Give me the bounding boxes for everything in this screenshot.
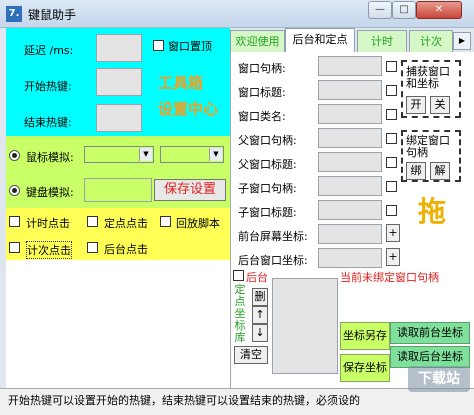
field-label-window-title: 窗口标题: <box>238 86 286 99</box>
coord-save-as-button[interactable]: 坐标另存 <box>340 322 390 350</box>
settings-center-title: 设置中心 <box>158 100 219 118</box>
tab-backend-fixed[interactable]: 后台和定点 <box>285 28 355 53</box>
watermark-logo: 下载站 <box>408 366 470 392</box>
tab-welcome[interactable]: 欢迎使用 <box>230 30 285 52</box>
left-empty-area <box>6 260 230 388</box>
bind-status-text: 当前未绑定窗口句柄 <box>340 271 439 284</box>
child-handle-field[interactable] <box>318 176 382 196</box>
replay-script-checkbox[interactable] <box>160 216 171 227</box>
parent-title-checkbox[interactable] <box>386 157 397 168</box>
mouse-sim-radio[interactable] <box>9 150 20 161</box>
unbind-button[interactable]: 解 <box>430 162 450 180</box>
clear-button[interactable]: 清空 <box>234 346 268 364</box>
chevron-down-icon: ▼ <box>139 148 152 161</box>
fixed-coord-lib-label: 定点坐标库 <box>234 283 246 344</box>
end-hotkey-label: 结束热键: <box>24 116 72 129</box>
back-coord-plus-button[interactable]: + <box>386 248 400 266</box>
background-click-label: 后台点击 <box>104 243 148 256</box>
topmost-label: 窗口置顶 <box>168 40 212 53</box>
move-up-button[interactable]: ↑ <box>252 306 268 324</box>
count-click-label: 计次点击 <box>26 241 72 259</box>
background-click-checkbox[interactable] <box>87 242 98 253</box>
front-coord-plus-button[interactable]: + <box>386 224 400 242</box>
mouse-sim-select-2[interactable]: ▼ <box>160 146 224 163</box>
back-window-coord-field[interactable] <box>318 248 382 268</box>
child-handle-checkbox[interactable] <box>386 181 397 192</box>
delete-coord-button[interactable]: 删 <box>252 288 268 306</box>
window-handle-checkbox[interactable] <box>386 61 397 72</box>
count-click-checkbox[interactable] <box>9 242 20 253</box>
field-label-parent-title: 父窗口标题: <box>238 158 297 171</box>
window-class-field[interactable] <box>318 104 382 124</box>
drag-target-icon[interactable]: 拖 <box>418 190 446 230</box>
minimize-button[interactable]: — <box>368 1 392 19</box>
capture-open-button[interactable]: 开 <box>406 96 426 114</box>
parent-title-field[interactable] <box>318 152 382 172</box>
app-icon: 7. <box>6 6 22 22</box>
window-title-checkbox[interactable] <box>386 85 397 96</box>
status-text: 开始热键可以设置开始的热键，结束热键可以设置结束的热键，必须设的 <box>8 394 360 407</box>
parent-handle-checkbox[interactable] <box>386 133 397 144</box>
mouse-sim-select[interactable]: ▼ <box>84 146 154 163</box>
bind-button[interactable]: 绑 <box>406 162 426 180</box>
tab-count[interactable]: 计次 <box>409 30 453 52</box>
save-coord-button[interactable]: 保存坐标 <box>340 354 390 382</box>
window-class-checkbox[interactable] <box>386 109 397 120</box>
child-title-field[interactable] <box>318 200 382 220</box>
child-title-checkbox[interactable] <box>386 205 397 216</box>
backend-label: 后台 <box>246 271 268 284</box>
close-button[interactable]: ✕ <box>416 1 462 19</box>
field-label-back-window-coord: 后台窗口坐标: <box>238 254 308 267</box>
read-front-coord-button[interactable]: 读取前台坐标 <box>390 322 470 344</box>
chevron-down-icon: ▼ <box>209 148 222 161</box>
window-handle-field[interactable] <box>318 56 382 76</box>
keyboard-sim-label: 键盘模拟: <box>26 186 74 199</box>
chevron-right-icon[interactable]: ▶ <box>453 32 471 50</box>
toolbox-title: 工具箱 <box>158 74 204 92</box>
topmost-checkbox[interactable] <box>153 40 164 51</box>
maximize-button[interactable]: □ <box>392 1 416 19</box>
backend-checkbox[interactable] <box>233 270 244 281</box>
keyboard-sim-radio[interactable] <box>9 185 20 196</box>
front-screen-coord-field[interactable] <box>318 224 382 244</box>
delay-label: 延迟 /ms: <box>24 44 74 57</box>
capture-window-label: 捕获窗口 和坐标 <box>406 65 450 90</box>
field-label-child-handle: 子窗口句柄: <box>238 182 297 195</box>
field-label-child-title: 子窗口标题: <box>238 206 297 219</box>
move-down-button[interactable]: ↓ <box>252 324 268 342</box>
end-hotkey-input[interactable] <box>96 104 142 132</box>
save-settings-button[interactable]: 保存设置 <box>154 179 226 201</box>
window-title-field[interactable] <box>318 80 382 100</box>
mouse-sim-label: 鼠标模拟: <box>26 151 74 164</box>
timed-click-checkbox[interactable] <box>9 216 20 227</box>
start-hotkey-label: 开始热键: <box>24 80 72 93</box>
bind-window-label: 绑定窗口 句柄 <box>406 134 450 159</box>
field-label-window-handle: 窗口句柄: <box>238 62 286 75</box>
coord-list[interactable] <box>272 278 338 374</box>
field-label-window-class: 窗口类名: <box>238 110 286 123</box>
read-back-coord-button[interactable]: 读取后台坐标 <box>390 346 470 368</box>
field-label-front-screen-coord: 前台屏幕坐标: <box>238 230 308 243</box>
delay-input[interactable] <box>96 34 142 62</box>
window-title: 键鼠助手 <box>28 8 77 22</box>
field-label-parent-handle: 父窗口句柄: <box>238 134 297 147</box>
start-hotkey-input[interactable] <box>96 68 142 96</box>
fixed-click-label: 定点点击 <box>104 217 148 230</box>
capture-close-button[interactable]: 关 <box>430 96 450 114</box>
fixed-click-checkbox[interactable] <box>87 216 98 227</box>
replay-script-label: 回放脚本 <box>176 217 220 230</box>
parent-handle-field[interactable] <box>318 128 382 148</box>
keyboard-sim-input[interactable] <box>84 178 152 202</box>
tab-timer[interactable]: 计时 <box>357 30 407 52</box>
timed-click-label: 计时点击 <box>26 217 70 230</box>
